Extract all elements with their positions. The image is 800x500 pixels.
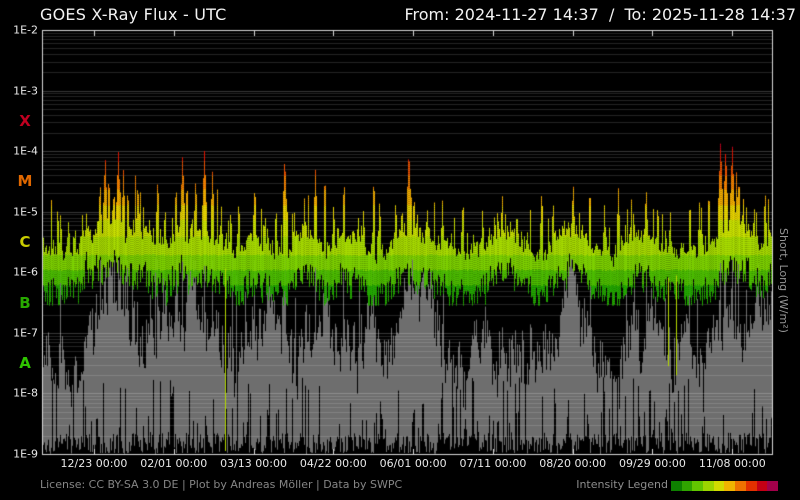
legend-color-swatch xyxy=(703,481,714,491)
legend-color-swatch xyxy=(724,481,736,491)
legend-color-swatch xyxy=(745,481,757,491)
legend-color-swatch xyxy=(735,481,746,491)
y-tick-label: 1E-3 xyxy=(13,84,38,98)
legend-color-swatch xyxy=(671,481,682,491)
y-tick-label: 1E-5 xyxy=(13,205,38,219)
x-tick-label: 11/08 00:00 xyxy=(698,457,766,470)
class-letter-label: A xyxy=(19,354,31,373)
date-range-label: From: 2024-11-27 14:37 / To: 2025-11-28 … xyxy=(404,5,796,24)
x-tick-label: 06/01 00:00 xyxy=(379,457,447,470)
x-tick-label: 12/23 00:00 xyxy=(60,457,128,470)
intensity-legend-label: Intensity Legend xyxy=(576,478,668,491)
class-letter-label: X xyxy=(19,111,31,130)
x-tick-label: 04/22 00:00 xyxy=(299,457,367,470)
x-tick-label: 03/13 00:00 xyxy=(220,457,287,470)
class-letter-label: B xyxy=(19,293,31,312)
right-axis-label: Short, Long (W/m²) xyxy=(777,227,790,333)
license-credit-text: License: CC BY-SA 3.0 DE | Plot by Andre… xyxy=(40,478,403,491)
y-tick-label: 1E-2 xyxy=(13,23,38,37)
legend-color-swatch xyxy=(767,481,778,491)
class-letter-label: M xyxy=(17,172,33,191)
y-tick-label: 1E-9 xyxy=(13,447,38,461)
y-tick-label: 1E-8 xyxy=(13,386,38,400)
legend-color-swatch xyxy=(756,481,768,491)
goes-xray-flux-chart: GOES X-Ray Flux - UTC From: 2024-11-27 1… xyxy=(0,0,800,500)
y-tick-label: 1E-6 xyxy=(13,265,38,279)
y-tick-label: 1E-7 xyxy=(13,326,38,340)
x-tick-label: 07/11 00:00 xyxy=(459,457,527,470)
intensity-legend-gradient xyxy=(671,481,778,491)
class-letter-label: C xyxy=(19,233,31,251)
legend-color-swatch xyxy=(692,481,704,491)
plot-canvas xyxy=(0,0,800,500)
x-tick-label: 08/20 00:00 xyxy=(539,457,607,470)
x-tick-label: 09/29 00:00 xyxy=(619,457,686,470)
legend-color-swatch xyxy=(713,481,725,491)
x-tick-label: 02/01 00:00 xyxy=(140,457,208,470)
legend-color-swatch xyxy=(681,481,693,491)
page-title: GOES X-Ray Flux - UTC xyxy=(40,5,227,24)
y-tick-label: 1E-4 xyxy=(13,144,38,158)
